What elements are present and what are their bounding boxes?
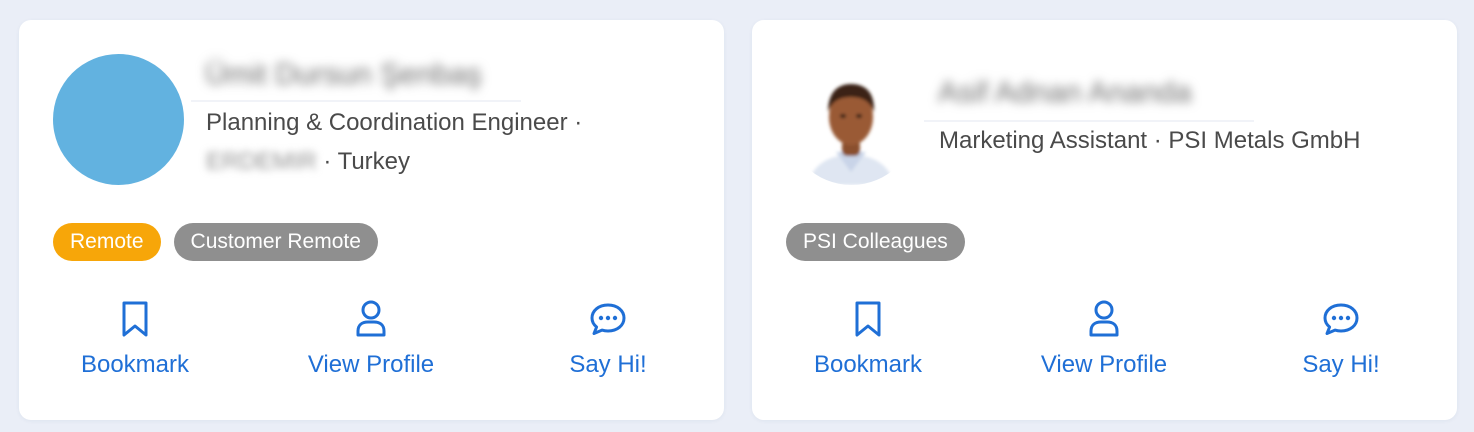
view-profile-button[interactable]: View Profile	[261, 300, 481, 380]
contact-card: Ümit Dursun Şenbaş Planning & Coordinati…	[19, 20, 724, 420]
bookmark-icon	[25, 300, 245, 340]
view-profile-label: View Profile	[307, 351, 435, 378]
tag-list: PSI Colleagues	[786, 223, 965, 261]
contact-name: Asif Adnan Ananda	[938, 76, 1192, 109]
company-location: ERDEMIR · Turkey	[206, 143, 410, 181]
contact-name: Ümit Dursun Şenbaş	[205, 58, 482, 91]
bookmark-label: Bookmark	[813, 351, 923, 378]
say-hi-label: Say Hi!	[569, 351, 647, 378]
view-profile-button[interactable]: View Profile	[994, 300, 1214, 380]
job-title: Planning & Coordination Engineer ·	[206, 109, 583, 136]
chat-bubble-icon	[498, 300, 718, 340]
say-hi-label: Say Hi!	[1302, 351, 1380, 378]
tag-list: Remote Customer Remote	[53, 223, 378, 261]
company-name: ERDEMIR	[206, 148, 317, 175]
bookmark-button[interactable]: Bookmark	[758, 300, 978, 380]
say-hi-button[interactable]: Say Hi!	[498, 300, 718, 380]
chat-bubble-icon	[1231, 300, 1451, 340]
bookmark-label: Bookmark	[80, 351, 190, 378]
tag-customer-remote: Customer Remote	[173, 223, 378, 261]
contact-card: Asif Adnan Ananda Marketing Assistant · …	[752, 20, 1457, 420]
bookmark-icon	[758, 300, 978, 340]
location: · Turkey	[316, 148, 411, 175]
divider	[191, 100, 521, 102]
bookmark-button[interactable]: Bookmark	[25, 300, 245, 380]
tag-remote: Remote	[53, 223, 161, 261]
user-icon	[261, 300, 481, 340]
job-title-company: Marketing Assistant · PSI Metals GmbH	[939, 127, 1361, 154]
avatar[interactable]	[53, 54, 184, 185]
user-icon	[994, 300, 1214, 340]
profile-photo	[786, 54, 917, 185]
view-profile-label: View Profile	[1040, 351, 1168, 378]
avatar[interactable]	[786, 54, 917, 185]
say-hi-button[interactable]: Say Hi!	[1231, 300, 1451, 380]
tag-psi-colleagues: PSI Colleagues	[786, 223, 965, 261]
